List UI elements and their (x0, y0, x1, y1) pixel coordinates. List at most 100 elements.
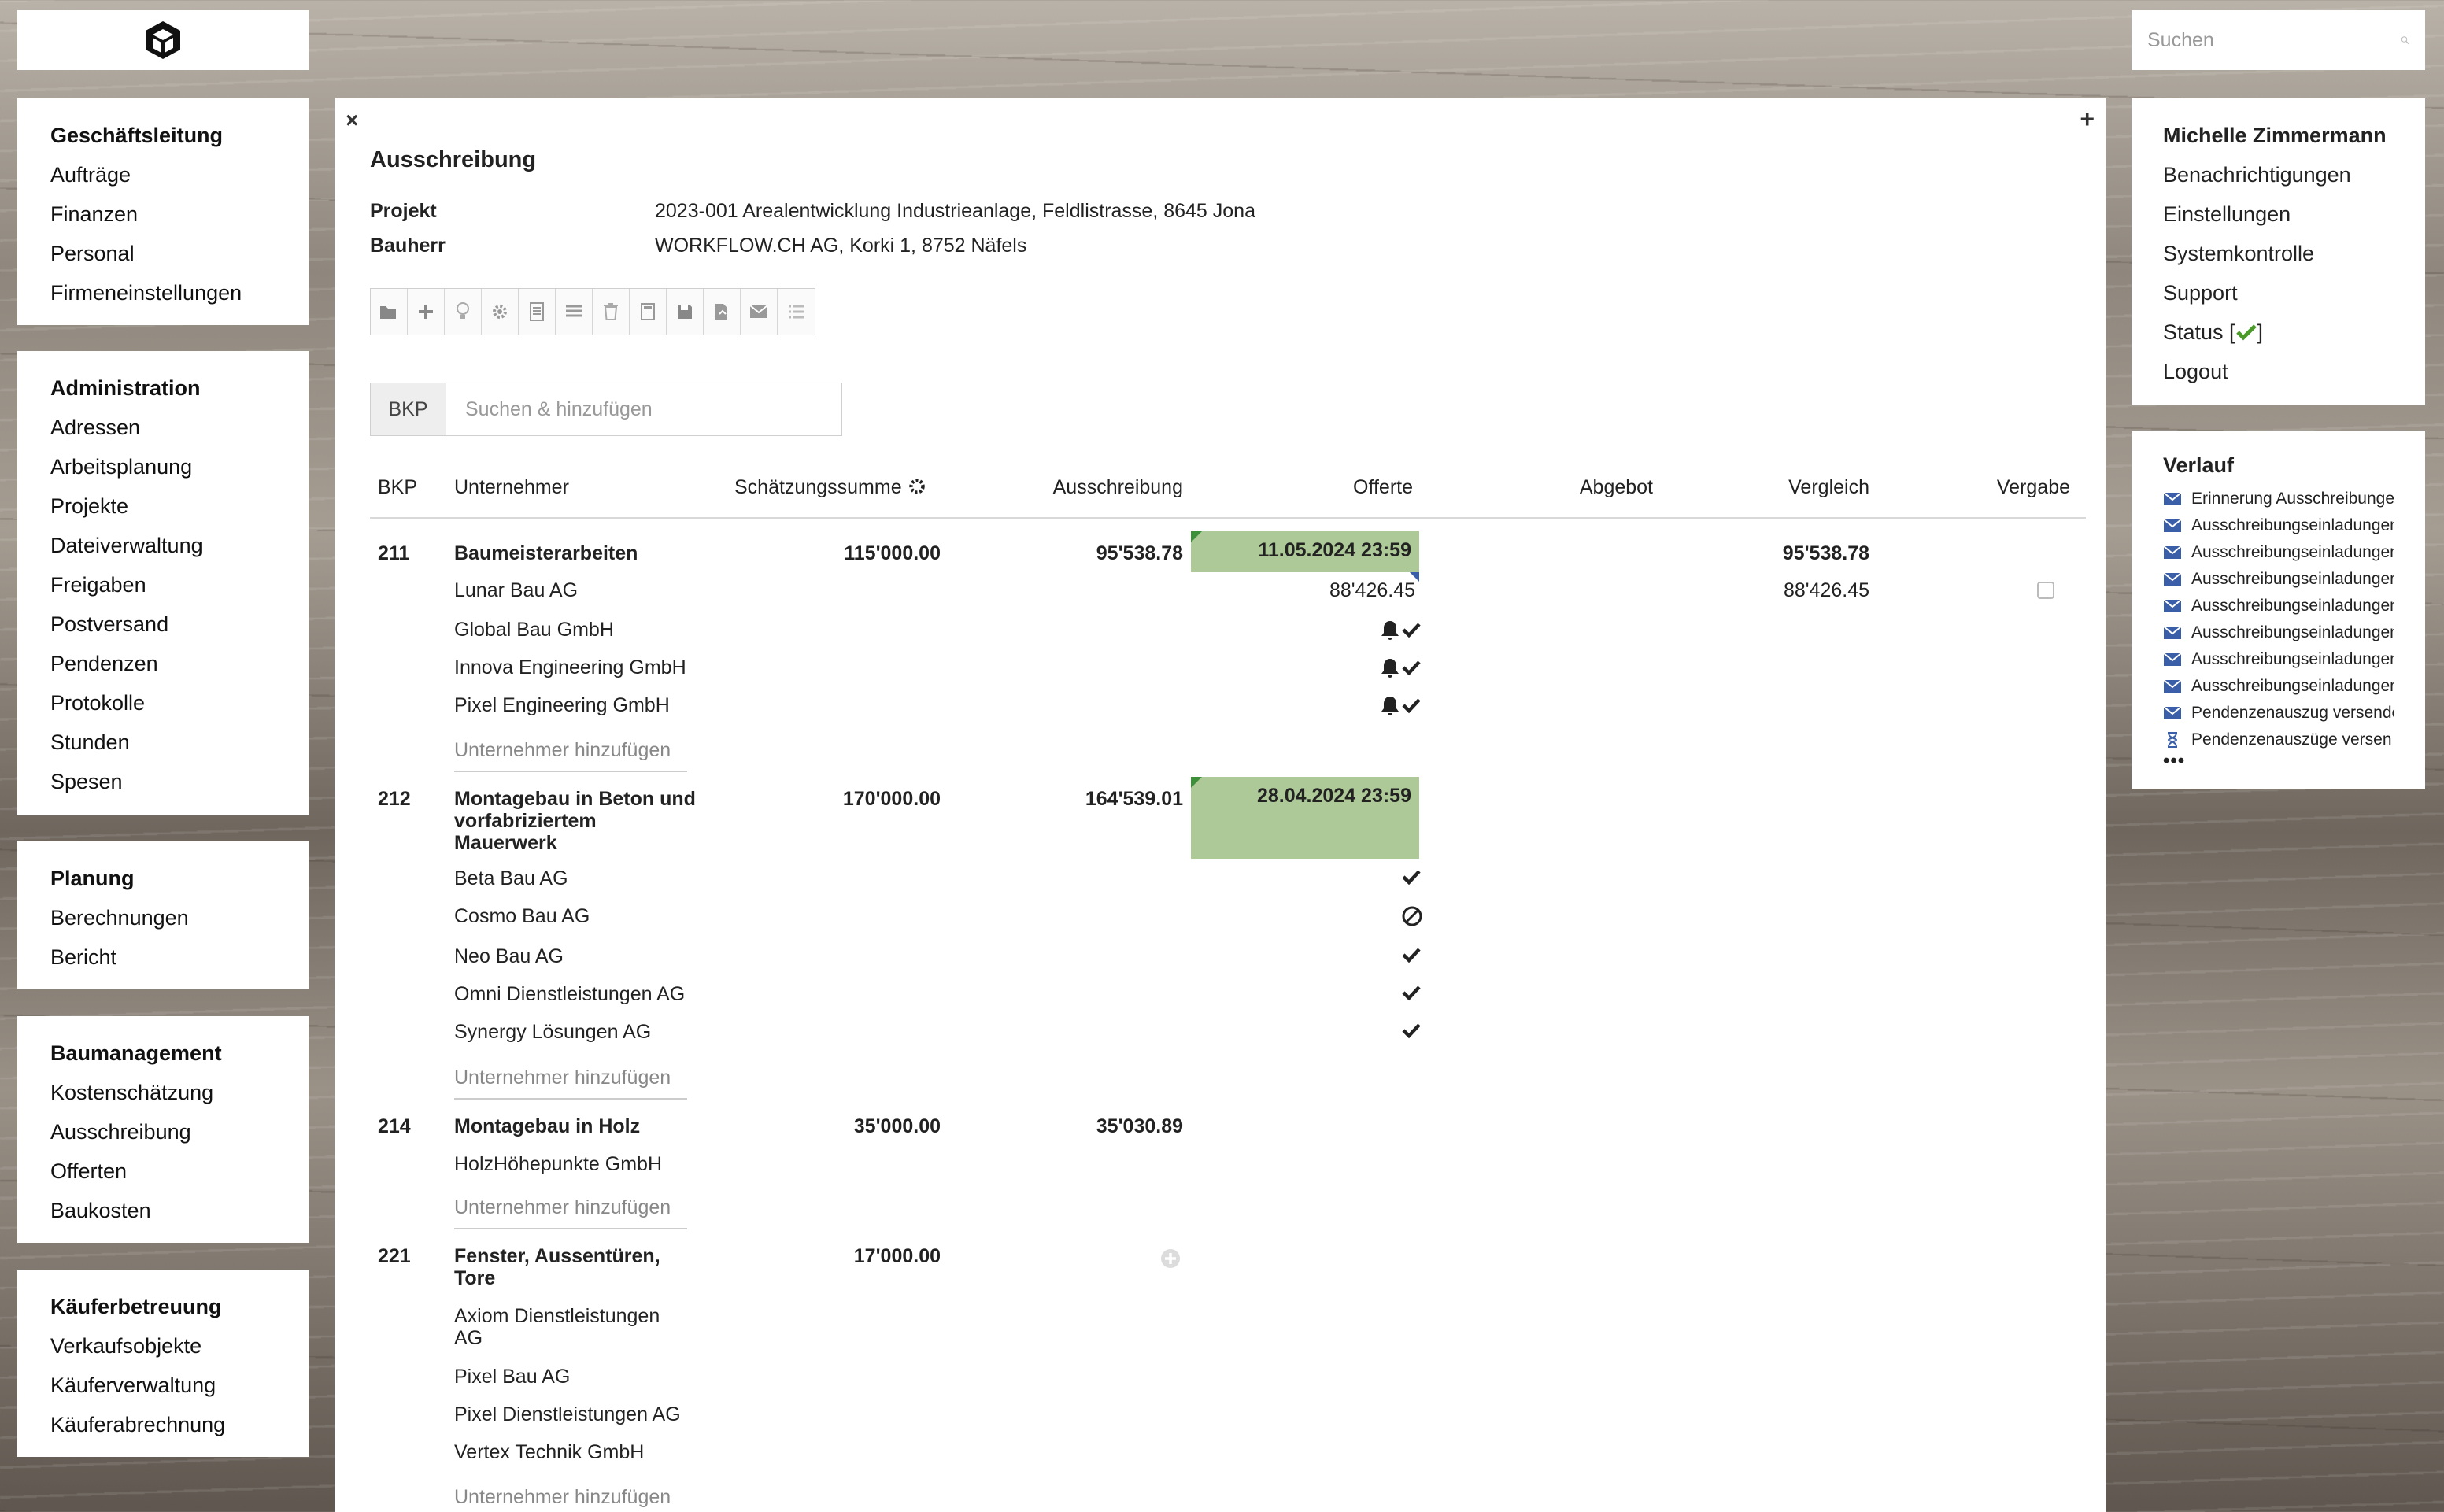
menu-benachrichtigungen[interactable]: Benachrichtigungen (2163, 155, 2394, 194)
company-name[interactable]: Beta Bau AG (454, 867, 568, 889)
col-header-bkp[interactable]: BKP (378, 476, 417, 499)
nav-item-protokolle[interactable]: Protokolle (50, 683, 277, 723)
company-name[interactable]: Pixel Dienstleistungen AG (454, 1403, 681, 1425)
nav-item-ausschreibung[interactable]: Ausschreibung (50, 1112, 277, 1152)
history-item[interactable]: Pendenzenauszüge versen… (2163, 726, 2394, 753)
company-name[interactable]: Vertex Technik GmbH (454, 1441, 644, 1463)
history-item[interactable]: Ausschreibungseinladungen (2163, 512, 2394, 539)
col-header-offerte[interactable]: Offerte (1338, 476, 1413, 499)
add-circle-icon[interactable] (1159, 1248, 1181, 1270)
save-icon[interactable] (667, 289, 704, 335)
nav-group-title[interactable]: Baumanagement (50, 1033, 277, 1073)
nav-item-baukosten[interactable]: Baukosten (50, 1191, 277, 1230)
history-item[interactable]: Ausschreibungseinladungen (2163, 673, 2394, 700)
nav-item-stunden[interactable]: Stunden (50, 723, 277, 762)
logo[interactable] (17, 10, 309, 70)
offerte-deadline[interactable]: 11.05.2024 23:59 (1191, 531, 1419, 572)
history-item[interactable]: Ausschreibungseinladungen (2163, 619, 2394, 646)
gear-icon[interactable] (908, 477, 926, 496)
nav-group-title[interactable]: Käuferbetreuung (50, 1287, 277, 1326)
col-header-schaetzungssumme[interactable]: Schätzungssumme (734, 476, 926, 499)
folder-open-icon[interactable] (371, 289, 408, 335)
company-name[interactable]: HolzHöhepunkte GmbH (454, 1153, 662, 1175)
list-details-icon[interactable] (556, 289, 593, 335)
history-item[interactable]: Ausschreibungseinladungen (2163, 566, 2394, 593)
nav-group-title[interactable]: Planung (50, 859, 277, 898)
nav-item-personal[interactable]: Personal (50, 234, 277, 273)
history-item[interactable]: Ausschreibungseinladungen (2163, 646, 2394, 673)
menu-status[interactable]: Status [] (2163, 312, 2394, 352)
history-item[interactable]: Ausschreibungseinladungen (2163, 593, 2394, 619)
add-company-link[interactable]: Unternehmer hinzufügen (454, 1486, 671, 1509)
company-name[interactable]: Pixel Engineering GmbH (454, 694, 670, 716)
col-header-vergabe[interactable]: Vergabe (1984, 476, 2070, 499)
nav-item-arbeitsplanung[interactable]: Arbeitsplanung (50, 447, 277, 486)
nav-item-kaeuferverwaltung[interactable]: Käuferverwaltung (50, 1366, 277, 1405)
vergabe-checkbox[interactable] (2037, 582, 2054, 599)
list-icon[interactable] (778, 289, 815, 335)
menu-logout[interactable]: Logout (2163, 352, 2394, 391)
nav-item-finanzen[interactable]: Finanzen (50, 194, 277, 234)
plus-icon[interactable] (408, 289, 445, 335)
nav-item-postversand[interactable]: Postversand (50, 604, 277, 644)
bkp-title[interactable]: Baumeisterarbeiten (454, 542, 638, 564)
bkp-title[interactable]: Fenster, Aussentüren, Tore (454, 1245, 660, 1289)
history-more[interactable]: ••• (2163, 752, 2394, 771)
col-header-abgebot[interactable]: Abgebot (1535, 476, 1653, 499)
nav-item-bericht[interactable]: Bericht (50, 937, 277, 977)
nav-item-pendenzen[interactable]: Pendenzen (50, 644, 277, 683)
company-name[interactable]: Global Bau GmbH (454, 619, 614, 641)
col-header-ausschreibung[interactable]: Ausschreibung (1023, 476, 1183, 499)
company-name[interactable]: Innova Engineering GmbH (454, 656, 686, 678)
bell-icon[interactable] (1380, 695, 1400, 717)
add-company-link[interactable]: Unternehmer hinzufügen (454, 1196, 671, 1219)
nav-item-kostenschaetzung[interactable]: Kostenschätzung (50, 1073, 277, 1112)
trash-icon[interactable] (593, 289, 630, 335)
company-name[interactable]: Pixel Bau AG (454, 1366, 570, 1388)
company-name[interactable]: Synergy Lösungen AG (454, 1021, 651, 1043)
export-icon[interactable] (704, 289, 741, 335)
company-name[interactable]: Lunar Bau AG (454, 579, 578, 601)
gear-icon[interactable] (482, 289, 519, 335)
nav-item-adressen[interactable]: Adressen (50, 408, 277, 447)
offerte-value[interactable]: 88'426.45 (1275, 579, 1415, 601)
nav-item-projekte[interactable]: Projekte (50, 486, 277, 526)
nav-item-spesen[interactable]: Spesen (50, 762, 277, 801)
add-company-link[interactable]: Unternehmer hinzufügen (454, 1067, 671, 1089)
col-header-vergleich[interactable]: Vergleich (1771, 476, 1869, 499)
nav-item-firmeneinstellungen[interactable]: Firmeneinstellungen (50, 273, 277, 312)
company-name[interactable]: Omni Dienstleistungen AG (454, 983, 685, 1005)
company-name[interactable]: Neo Bau AG (454, 945, 564, 967)
envelope-icon[interactable] (741, 289, 778, 335)
nav-item-dateiverwaltung[interactable]: Dateiverwaltung (50, 526, 277, 565)
bell-icon[interactable] (1380, 619, 1400, 641)
history-item[interactable]: Ausschreibungseinladungen (2163, 539, 2394, 566)
nav-item-auftraege[interactable]: Aufträge (50, 155, 277, 194)
calculator-icon[interactable] (630, 289, 667, 335)
bkp-title[interactable]: Montagebau in Holz (454, 1115, 640, 1137)
menu-support[interactable]: Support (2163, 273, 2394, 312)
company-name[interactable]: Axiom Dienstleistungen AG (454, 1305, 660, 1349)
nav-group-title[interactable]: Geschäftsleitung (50, 116, 277, 155)
offerte-deadline[interactable]: 28.04.2024 23:59 (1191, 777, 1419, 859)
add-company-link[interactable]: Unternehmer hinzufügen (454, 739, 671, 762)
menu-einstellungen[interactable]: Einstellungen (2163, 194, 2394, 234)
nav-item-offerten[interactable]: Offerten (50, 1152, 277, 1191)
col-header-unternehmer[interactable]: Unternehmer (454, 476, 569, 499)
lightbulb-icon[interactable] (445, 289, 482, 335)
nav-group-title[interactable]: Administration (50, 368, 277, 408)
nav-item-verkaufsobjekte[interactable]: Verkaufsobjekte (50, 1326, 277, 1366)
history-item[interactable]: Erinnerung Ausschreibungen (2163, 486, 2394, 512)
company-name[interactable]: Cosmo Bau AG (454, 905, 590, 927)
nav-item-freigaben[interactable]: Freigaben (50, 565, 277, 604)
bkp-search-input[interactable] (446, 383, 841, 435)
close-button[interactable]: × (346, 108, 358, 133)
search-icon[interactable] (2401, 27, 2409, 54)
history-item[interactable]: Pendenzenauszug versendet (2163, 700, 2394, 726)
nav-item-kaeuferabrechnung[interactable]: Käuferabrechnung (50, 1405, 277, 1444)
bkp-title[interactable]: Montagebau in Beton und vorfabriziertem … (454, 788, 696, 854)
document-icon[interactable] (519, 289, 556, 335)
nav-item-berechnungen[interactable]: Berechnungen (50, 898, 277, 937)
search-input[interactable] (2147, 28, 2401, 52)
menu-systemkontrolle[interactable]: Systemkontrolle (2163, 234, 2394, 273)
